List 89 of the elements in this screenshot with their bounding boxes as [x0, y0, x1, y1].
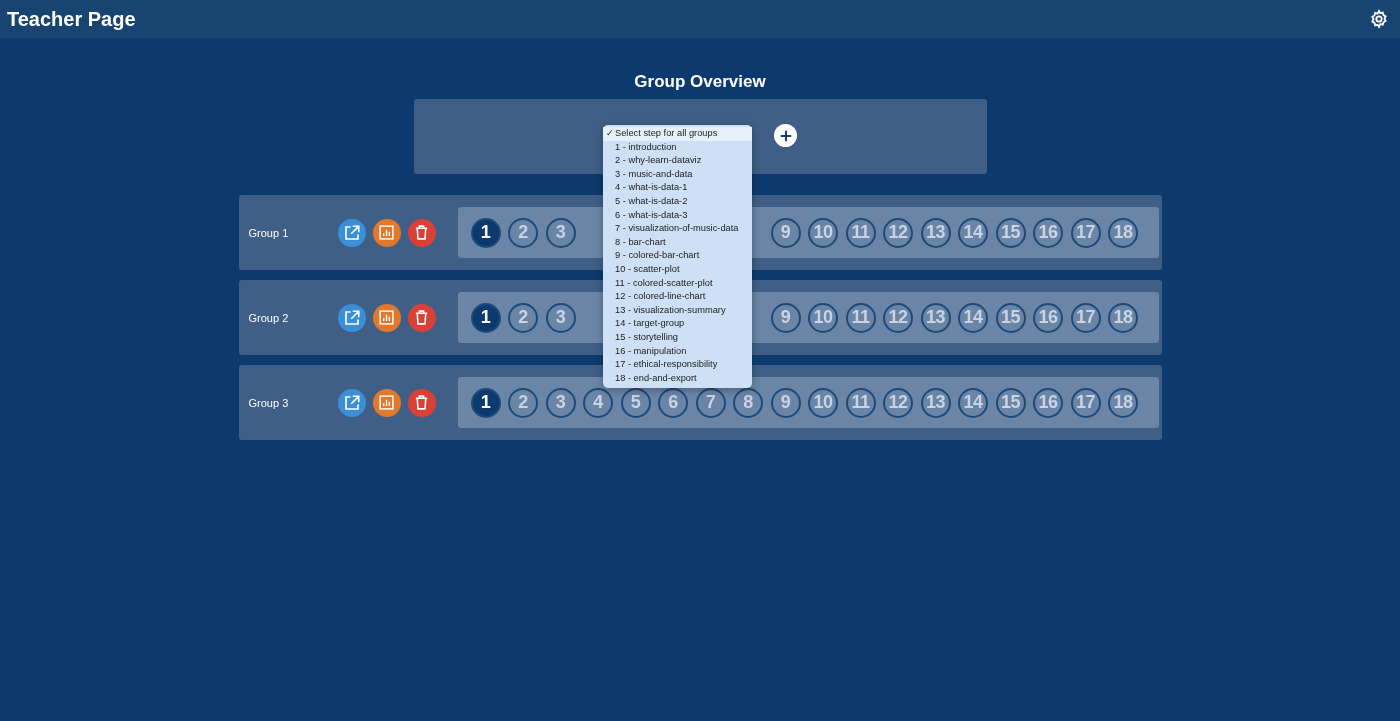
plus-icon: [778, 128, 793, 143]
step-button[interactable]: 11: [845, 217, 876, 248]
step-button[interactable]: 8: [733, 387, 763, 418]
open-button[interactable]: [337, 303, 366, 332]
section-title: Group Overview: [634, 72, 766, 92]
step-button[interactable]: 2: [508, 387, 538, 418]
external-link-icon: [342, 393, 361, 412]
step-button[interactable]: 3: [545, 217, 576, 248]
bar-chart-icon: [378, 224, 395, 241]
step-button[interactable]: 15: [995, 387, 1026, 418]
open-button[interactable]: [337, 218, 366, 247]
step-button[interactable]: 10: [808, 387, 838, 418]
step-button[interactable]: 18: [1108, 302, 1138, 333]
dropdown-option[interactable]: 10 - scatter-plot: [603, 262, 752, 277]
step-button[interactable]: 6: [658, 387, 688, 418]
dropdown-option[interactable]: 15 - storytelling: [603, 330, 752, 345]
bar-chart-icon: [378, 394, 395, 411]
step-button[interactable]: 1: [470, 217, 501, 248]
step-button[interactable]: 10: [808, 217, 838, 248]
group-name: Group 2: [248, 311, 290, 324]
step-button[interactable]: 13: [920, 387, 951, 418]
dropdown-option[interactable]: 14 - target-group: [603, 317, 752, 331]
step-button[interactable]: 7: [695, 387, 726, 418]
step-button[interactable]: 14: [958, 387, 988, 418]
dropdown-option[interactable]: 13 - visualization-summary: [603, 303, 752, 318]
step-button[interactable]: 4: [583, 387, 613, 418]
step-button[interactable]: 1: [470, 387, 501, 418]
dropdown-option[interactable]: 8 - bar-chart: [603, 235, 752, 250]
step-button[interactable]: 18: [1108, 387, 1138, 418]
step-button[interactable]: 3: [545, 302, 576, 333]
delete-button[interactable]: [407, 218, 436, 247]
dropdown-option[interactable]: 6 - what-is-data-3: [603, 208, 752, 223]
step-button[interactable]: 17: [1070, 302, 1101, 333]
step-button[interactable]: 2: [508, 217, 538, 248]
delete-button[interactable]: [407, 388, 436, 417]
step-button[interactable]: 16: [1033, 302, 1063, 333]
dropdown-option[interactable]: 4 - what-is-data-1: [603, 181, 752, 195]
chart-button[interactable]: [372, 218, 401, 247]
step-button[interactable]: 15: [995, 302, 1026, 333]
trash-icon: [413, 394, 430, 411]
step-button[interactable]: 2: [508, 302, 538, 333]
step-button[interactable]: 12: [883, 387, 913, 418]
dropdown-option[interactable]: ✓Select step for all groups: [603, 127, 752, 141]
step-button[interactable]: 3: [545, 387, 576, 418]
trash-icon: [413, 224, 430, 241]
dropdown-option[interactable]: 17 - ethical-responsibility: [603, 358, 752, 372]
dropdown-option[interactable]: 9 - colored-bar-chart: [603, 249, 752, 263]
group-name: Group 1: [248, 226, 290, 239]
step-button[interactable]: 11: [845, 302, 876, 333]
step-button[interactable]: 9: [770, 302, 801, 333]
dropdown-option[interactable]: 18 - end-and-export: [603, 371, 752, 386]
step-button[interactable]: 17: [1070, 387, 1101, 418]
dropdown-option[interactable]: 11 - colored-scatter-plot: [603, 276, 752, 291]
step-button[interactable]: 9: [770, 387, 801, 418]
step-button[interactable]: 15: [995, 217, 1026, 248]
page-title: Teacher Page: [7, 7, 136, 31]
dropdown-option[interactable]: 2 - why-learn-dataviz: [603, 154, 752, 168]
step-button[interactable]: 12: [883, 302, 913, 333]
external-link-icon: [342, 223, 361, 242]
delete-button[interactable]: [407, 303, 436, 332]
chart-button[interactable]: [372, 303, 401, 332]
dropdown-option[interactable]: 16 - manipulation: [603, 344, 752, 359]
step-button[interactable]: 16: [1033, 217, 1063, 248]
bar-chart-icon: [378, 309, 395, 326]
step-button[interactable]: 9: [770, 217, 801, 248]
step-button[interactable]: 13: [920, 302, 951, 333]
group-name: Group 3: [248, 396, 290, 409]
step-button[interactable]: 10: [808, 302, 838, 333]
settings-icon[interactable]: [1369, 9, 1389, 29]
step-button[interactable]: 14: [958, 302, 988, 333]
step-button[interactable]: 16: [1033, 387, 1063, 418]
chart-button[interactable]: [372, 388, 401, 417]
dropdown-option[interactable]: 7 - visualization-of-music-data: [603, 222, 752, 236]
step-button[interactable]: 12: [883, 217, 913, 248]
step-button[interactable]: 14: [958, 217, 988, 248]
step-button[interactable]: 11: [845, 387, 876, 418]
add-button[interactable]: [774, 124, 797, 147]
open-button[interactable]: [337, 388, 366, 417]
step-button[interactable]: 18: [1108, 217, 1138, 248]
dropdown-option[interactable]: 12 - colored-line-chart: [603, 290, 752, 304]
trash-icon: [413, 309, 430, 326]
step-button[interactable]: 5: [620, 387, 651, 418]
dropdown-option[interactable]: 5 - what-is-data-2: [603, 194, 752, 209]
step-button[interactable]: 17: [1070, 217, 1101, 248]
dropdown-option[interactable]: 1 - introduction: [603, 140, 752, 155]
step-button[interactable]: 13: [920, 217, 951, 248]
step-button[interactable]: 1: [470, 302, 501, 333]
external-link-icon: [342, 308, 361, 327]
dropdown-option[interactable]: 3 - music-and-data: [603, 167, 752, 182]
